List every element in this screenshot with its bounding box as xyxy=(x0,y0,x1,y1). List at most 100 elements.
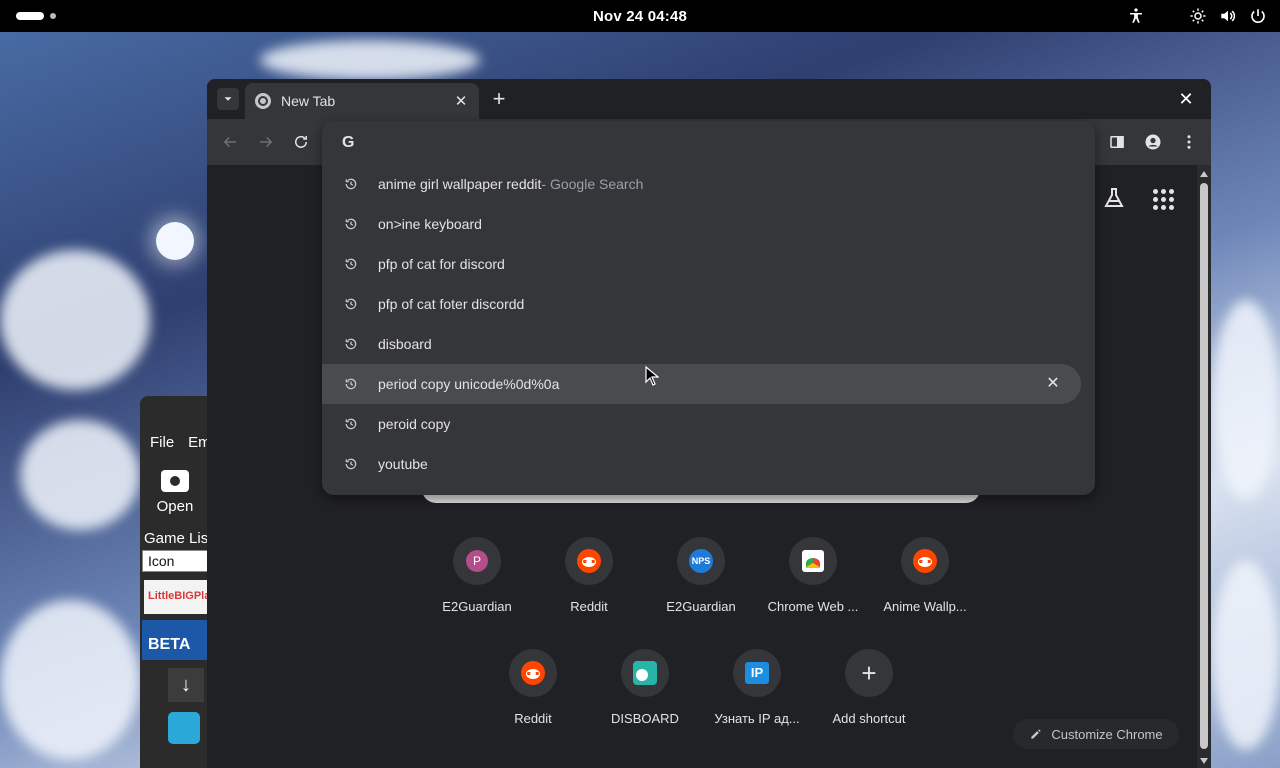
shortcut-label: Add shortcut xyxy=(832,711,906,726)
shortcut-tile[interactable]: Anime Wallp... xyxy=(869,537,981,614)
shortcut-tile[interactable]: IP Узнать IP ад... xyxy=(701,649,813,726)
suggestion-item[interactable]: anime girl wallpaper reddit - Google Sea… xyxy=(322,164,1081,204)
wallpaper-cloud xyxy=(260,40,480,80)
ip-favicon-icon: IP xyxy=(745,662,769,684)
chevron-down-icon xyxy=(224,97,232,101)
disboard-icon xyxy=(633,661,657,685)
open-button-label: Open xyxy=(156,498,194,515)
download-button[interactable]: ↓ xyxy=(168,668,204,702)
shortcut-icon-circle xyxy=(621,649,669,697)
flask-icon xyxy=(1104,188,1124,207)
scrollbar-thumb[interactable] xyxy=(1200,183,1208,749)
add-shortcut-button[interactable]: + Add shortcut xyxy=(813,649,925,726)
clock[interactable]: Nov 24 04:48 xyxy=(593,8,687,25)
brightness-icon[interactable] xyxy=(1188,6,1208,26)
menu-button[interactable] xyxy=(1178,131,1200,153)
shortcut-icon-circle xyxy=(901,537,949,585)
new-tab-button[interactable]: + xyxy=(487,88,511,112)
system-tray[interactable] xyxy=(1126,6,1268,26)
suggestion-text: on>ine keyboard xyxy=(378,216,482,232)
google-apps-button[interactable] xyxy=(1150,186,1174,210)
pencil-icon xyxy=(1031,729,1042,739)
reddit-icon xyxy=(913,549,937,573)
tab-search-button[interactable] xyxy=(217,88,239,110)
game-list-heading: Game List xyxy=(144,530,210,547)
camera-icon xyxy=(161,470,189,492)
scroll-up-arrow[interactable] xyxy=(1200,171,1208,177)
page-scrollbar[interactable] xyxy=(1197,165,1211,768)
history-icon xyxy=(344,457,358,471)
app-icon[interactable] xyxy=(168,712,200,744)
suggestion-text: pfp of cat for discord xyxy=(378,256,505,272)
wallpaper-cloud xyxy=(0,600,140,760)
shortcut-label: Узнать IP ад... xyxy=(714,711,800,726)
chrome-web-store-icon xyxy=(802,550,824,572)
chrome-labs-button[interactable] xyxy=(1102,186,1126,210)
forward-button[interactable] xyxy=(255,131,277,153)
menu-file[interactable]: File xyxy=(150,434,174,451)
suggestion-list: anime girl wallpaper reddit - Google Sea… xyxy=(322,164,1095,484)
address-bar[interactable]: G xyxy=(322,121,1095,165)
wallpaper-cloud xyxy=(1212,300,1280,500)
shortcut-label: Reddit xyxy=(570,599,608,614)
shortcut-icon-circle xyxy=(509,649,557,697)
shortcut-icon-circle xyxy=(565,537,613,585)
scroll-down-arrow[interactable] xyxy=(1200,758,1208,764)
bg-app-menubar: File Em xyxy=(150,434,210,451)
nps-favicon-icon: NPS xyxy=(689,549,713,573)
icon-column-header[interactable]: Icon xyxy=(142,550,210,572)
shortcut-tile[interactable]: Reddit xyxy=(533,537,645,614)
suggestion-item[interactable]: pfp of cat for discord xyxy=(322,244,1081,284)
history-icon xyxy=(344,377,358,391)
open-button[interactable]: Open xyxy=(140,466,210,515)
customize-chrome-button[interactable]: Customize Chrome xyxy=(1013,719,1179,749)
plus-icon: + xyxy=(861,658,877,688)
tab-new-tab[interactable]: New Tab ✕ xyxy=(245,83,479,119)
history-icon xyxy=(344,297,358,311)
shortcut-tile[interactable]: P E2Guardian xyxy=(421,537,533,614)
tab-close-button[interactable]: ✕ xyxy=(453,93,469,110)
history-icon xyxy=(344,417,358,431)
arrow-left-icon xyxy=(223,136,236,148)
shortcut-label: Anime Wallp... xyxy=(883,599,967,614)
game-thumbnail[interactable]: BETA xyxy=(142,620,210,660)
shortcut-tile[interactable]: Chrome Web ... xyxy=(757,537,869,614)
reload-icon xyxy=(295,135,307,148)
suggestion-item[interactable]: disboard xyxy=(322,324,1081,364)
volume-icon[interactable] xyxy=(1218,6,1238,26)
chrome-favicon-icon xyxy=(255,93,271,109)
reddit-icon xyxy=(577,549,601,573)
suggestion-text: disboard xyxy=(378,336,432,352)
suggestion-item[interactable]: youtube xyxy=(322,444,1081,484)
suggestion-item-hovered[interactable]: period copy unicode%0d%0a ✕ xyxy=(322,364,1081,404)
suggestion-item[interactable]: peroid copy xyxy=(322,404,1081,444)
reload-button[interactable] xyxy=(290,131,312,153)
workspace-indicator-active xyxy=(16,12,44,20)
shortcut-icon-circle xyxy=(789,537,837,585)
shortcut-icon-circle: + xyxy=(845,649,893,697)
background-app-window[interactable]: File Em Open Game List Icon LittleBIGPla… xyxy=(140,396,210,768)
shortcut-icon-circle: IP xyxy=(733,649,781,697)
tab-title: New Tab xyxy=(281,93,336,109)
profile-button[interactable] xyxy=(1142,131,1164,153)
suggestion-suffix: - Google Search xyxy=(541,176,644,192)
shortcut-tile[interactable]: DISBOARD xyxy=(589,649,701,726)
power-icon[interactable] xyxy=(1248,6,1268,26)
back-button[interactable] xyxy=(219,131,241,153)
accessibility-icon[interactable] xyxy=(1126,6,1146,26)
window-close-button[interactable]: ✕ xyxy=(1175,88,1197,110)
side-panel-button[interactable] xyxy=(1106,131,1128,153)
remove-suggestion-button[interactable]: ✕ xyxy=(1045,376,1061,392)
shortcut-label: Chrome Web ... xyxy=(767,599,859,614)
omnibox-dropdown: G anime girl wallpaper reddit - Google S… xyxy=(322,121,1095,495)
shortcut-tile[interactable]: Reddit xyxy=(477,649,589,726)
system-top-bar: Nov 24 04:48 xyxy=(0,0,1280,32)
suggestion-item[interactable]: on>ine keyboard xyxy=(322,204,1081,244)
game-thumbnail[interactable]: LittleBIGPlan xyxy=(144,580,210,614)
suggestion-item[interactable]: pfp of cat foter discordd xyxy=(322,284,1081,324)
letter-p-favicon-icon: P xyxy=(466,550,488,572)
shortcut-label: DISBOARD xyxy=(611,711,679,726)
activities-button[interactable] xyxy=(16,12,56,20)
shortcut-tile[interactable]: NPS E2Guardian xyxy=(645,537,757,614)
google-g-icon: G xyxy=(342,134,355,151)
